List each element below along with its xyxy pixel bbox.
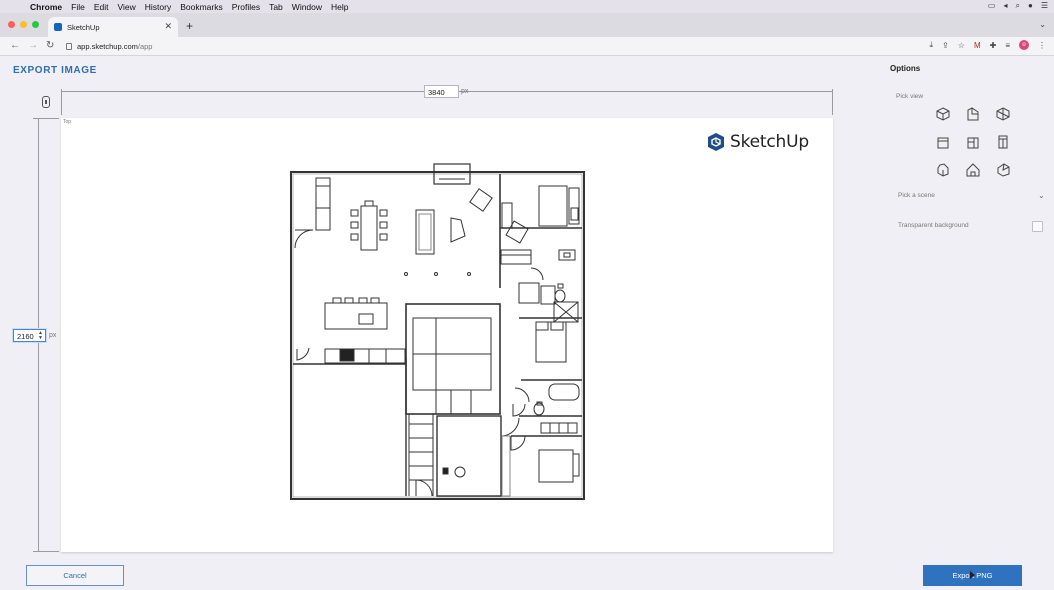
height-unit-label: px — [49, 332, 57, 339]
window-controls — [8, 21, 39, 28]
extension-icons: ⤓ ⇪ ☆ M ✚ ≡ o ⋮ — [930, 40, 1046, 50]
maximize-window-button[interactable] — [32, 21, 39, 28]
reading-list-icon[interactable]: ≡ — [1005, 41, 1010, 50]
menu-edit[interactable]: Edit — [94, 2, 109, 12]
menu-history[interactable]: History — [145, 2, 171, 12]
right-view-icon[interactable] — [934, 134, 952, 150]
share-icon[interactable]: ⇪ — [942, 41, 949, 50]
menu-file[interactable]: File — [71, 2, 85, 12]
cancel-button[interactable]: Cancel — [26, 565, 124, 586]
tab-search-chevron-icon[interactable]: ⌄ — [1039, 20, 1046, 29]
pick-scene-dropdown[interactable]: Pick a scene — [898, 192, 935, 199]
new-tab-icon[interactable]: + — [186, 19, 193, 33]
iso-view-icon[interactable] — [934, 106, 952, 122]
aspect-lock-icon[interactable] — [42, 96, 50, 108]
options-title: Options — [890, 64, 921, 73]
siri-icon[interactable]: ● — [1028, 1, 1033, 11]
page-title: EXPORT IMAGE — [13, 65, 97, 76]
forward-arrow-icon[interactable]: → — [28, 40, 38, 51]
extensions-puzzle-icon[interactable]: ✚ — [990, 41, 997, 50]
view-picker — [934, 106, 1012, 178]
menu-bookmarks[interactable]: Bookmarks — [180, 2, 223, 12]
height-input[interactable]: 2160 ▲ ▼ — [13, 329, 46, 342]
front-view-icon[interactable] — [994, 106, 1012, 122]
url-path: /app — [137, 41, 153, 51]
sketchup-favicon-icon — [54, 23, 62, 31]
browser-toolbar: ← → ↻ app.sketchup.com/app ⤓ ⇪ ☆ M ✚ ≡ o… — [0, 37, 1054, 56]
close-tab-icon[interactable]: ✕ — [164, 21, 172, 32]
minimize-window-button[interactable] — [20, 21, 27, 28]
stepper-icon[interactable]: ▲ ▼ — [38, 331, 43, 341]
height-value: 2160 — [17, 332, 34, 341]
install-app-icon[interactable]: ⤓ — [930, 40, 934, 50]
menu-chrome[interactable]: Chrome — [30, 2, 62, 12]
mouse-cursor-icon — [970, 571, 975, 579]
profile-avatar[interactable]: o — [1019, 40, 1029, 50]
menu-window[interactable]: Window — [292, 2, 322, 12]
tab-title: SketchUp — [67, 22, 100, 32]
transparent-background-checkbox[interactable] — [1032, 221, 1043, 232]
menu-help[interactable]: Help — [331, 2, 348, 12]
perspective-view-icon[interactable] — [994, 162, 1012, 178]
screen-share-icon[interactable]: ▭ — [988, 1, 996, 11]
top-view-icon[interactable] — [964, 106, 982, 122]
menu-tab[interactable]: Tab — [269, 2, 283, 12]
back-arrow-icon[interactable]: ← — [10, 40, 20, 51]
home-view-icon[interactable] — [964, 162, 982, 178]
back-view-icon[interactable] — [964, 134, 982, 150]
browser-tab-strip: SketchUp ✕ + ⌄ — [0, 13, 1054, 37]
control-center-icon[interactable]: ☰ — [1041, 1, 1048, 11]
status-icons: ▭ ◂ ⌕ ● ☰ — [988, 1, 1048, 11]
floor-plan-drawing — [290, 163, 585, 500]
search-icon[interactable]: ⌕ — [1016, 1, 1020, 11]
export-image-dialog: EXPORT IMAGE 3840 px 2160 ▲ ▼ px Top Sket… — [0, 56, 1054, 590]
width-unit-label: px — [461, 88, 469, 95]
chrome-menu-icon[interactable]: ⋮ — [1038, 41, 1046, 50]
bookmark-star-icon[interactable]: ☆ — [958, 41, 965, 50]
export-preview-canvas: Top SketchUp — [61, 118, 833, 552]
pick-view-label: Pick view — [896, 93, 924, 100]
width-input[interactable]: 3840 — [424, 85, 459, 98]
url-domain: app.sketchup.com — [77, 41, 138, 51]
macos-menu-bar: Chrome File Edit View History Bookmarks … — [0, 0, 1054, 13]
back-icon[interactable]: ◂ — [1003, 1, 1007, 11]
reload-icon[interactable]: ↻ — [46, 40, 54, 51]
chevron-down-icon[interactable]: ⌄ — [1038, 191, 1045, 200]
transparent-background-label: Transparent background — [898, 222, 969, 229]
address-bar[interactable]: app.sketchup.com/app — [62, 39, 902, 53]
gmail-extension-icon[interactable]: M — [974, 41, 981, 50]
left-view-icon[interactable] — [994, 134, 1012, 150]
close-window-button[interactable] — [8, 21, 15, 28]
menu-view[interactable]: View — [117, 2, 135, 12]
menu-profiles[interactable]: Profiles — [232, 2, 260, 12]
lock-icon[interactable] — [66, 42, 72, 50]
bottom-view-icon[interactable] — [934, 162, 952, 178]
tab-sketchup[interactable]: SketchUp ✕ — [48, 17, 178, 37]
